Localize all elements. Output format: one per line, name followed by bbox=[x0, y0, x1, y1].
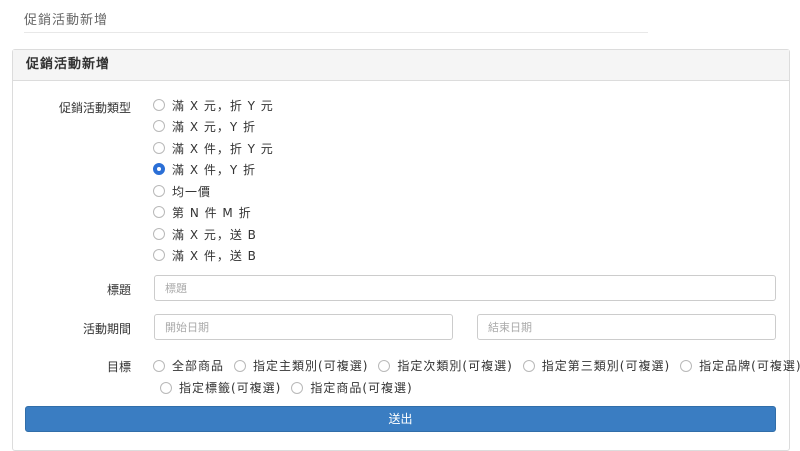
target-option[interactable]: 指定主類別(可複選) bbox=[234, 357, 368, 374]
target-options-row-1: 全部商品 指定主類別(可複選) 指定次類別(可複選) 指定第三類別(可複選) 指… bbox=[153, 357, 800, 374]
target-option[interactable]: 指定第三類別(可複選) bbox=[522, 357, 671, 374]
target-option[interactable]: 全部商品 bbox=[153, 357, 224, 374]
submit-button[interactable]: 送出 bbox=[25, 406, 776, 432]
radio-icon[interactable] bbox=[153, 120, 165, 132]
period-label: 活動期間 bbox=[82, 322, 131, 336]
type-option-label: 滿 X 件，Y 折 bbox=[172, 162, 256, 177]
target-option[interactable]: 指定商品(可複選) bbox=[291, 379, 412, 396]
target-option-label: 指定第三類別(可複選) bbox=[541, 359, 671, 373]
start-date-input[interactable] bbox=[154, 314, 453, 340]
type-option[interactable]: 滿 X 元，送 B bbox=[153, 226, 257, 242]
page-title: 促銷活動新增 bbox=[24, 13, 109, 28]
type-option[interactable]: 滿 X 元，折 Y 元 bbox=[153, 97, 274, 113]
target-option-label: 指定標籤(可複選) bbox=[179, 381, 282, 395]
radio-icon[interactable] bbox=[680, 359, 693, 372]
type-option-label: 第 N 件 M 折 bbox=[172, 205, 252, 220]
target-option[interactable]: 指定標籤(可複選) bbox=[160, 379, 281, 396]
target-option-label: 指定主類別(可複選) bbox=[253, 359, 369, 373]
radio-checked-icon[interactable] bbox=[153, 163, 165, 175]
radio-icon[interactable] bbox=[153, 228, 165, 240]
type-option-label: 滿 X 元，折 Y 元 bbox=[172, 98, 274, 113]
type-option[interactable]: 均一價 bbox=[153, 183, 211, 199]
radio-icon[interactable] bbox=[522, 359, 535, 372]
radio-icon[interactable] bbox=[153, 142, 165, 154]
target-option[interactable]: 指定品牌(可複選) bbox=[680, 357, 800, 374]
target-option[interactable]: 指定次類別(可複選) bbox=[378, 357, 512, 374]
radio-icon[interactable] bbox=[153, 99, 165, 111]
radio-icon[interactable] bbox=[153, 185, 165, 197]
target-label: 目標 bbox=[106, 360, 131, 374]
radio-icon[interactable] bbox=[378, 359, 391, 372]
promotion-type-label: 促銷活動類型 bbox=[58, 101, 131, 115]
type-option[interactable]: 滿 X 元，Y 折 bbox=[153, 118, 256, 134]
type-option-label: 滿 X 元，Y 折 bbox=[172, 119, 256, 134]
type-option-label: 滿 X 件，送 B bbox=[172, 248, 257, 263]
type-option-label: 均一價 bbox=[172, 184, 212, 199]
title-input[interactable] bbox=[154, 275, 776, 301]
target-option-label: 指定品牌(可複選) bbox=[699, 359, 800, 373]
target-options-row-2: 指定標籤(可複選) 指定商品(可複選) bbox=[160, 379, 423, 396]
type-option-label: 滿 X 元，送 B bbox=[172, 227, 257, 242]
promotion-panel: 促銷活動新增 促銷活動類型 滿 X 元，折 Y 元 滿 X 元，Y 折 滿 X … bbox=[12, 49, 800, 451]
type-option-label: 滿 X 件，折 Y 元 bbox=[172, 141, 274, 156]
radio-icon[interactable] bbox=[234, 359, 247, 372]
type-option[interactable]: 滿 X 件，Y 折 bbox=[153, 161, 256, 177]
target-option-label: 指定商品(可複選) bbox=[310, 381, 413, 395]
radio-icon[interactable] bbox=[153, 249, 165, 261]
radio-icon[interactable] bbox=[153, 206, 165, 218]
type-option[interactable]: 滿 X 件，送 B bbox=[153, 247, 257, 263]
type-option[interactable]: 滿 X 件，折 Y 元 bbox=[153, 140, 274, 156]
panel-header: 促銷活動新增 bbox=[13, 50, 789, 81]
type-option[interactable]: 第 N 件 M 折 bbox=[153, 204, 252, 220]
target-option-label: 指定次類別(可複選) bbox=[397, 359, 513, 373]
target-option-label: 全部商品 bbox=[172, 359, 225, 373]
radio-icon[interactable] bbox=[160, 381, 172, 394]
radio-icon[interactable] bbox=[153, 359, 165, 372]
end-date-input[interactable] bbox=[477, 314, 776, 340]
title-label: 標題 bbox=[106, 283, 131, 297]
title-divider bbox=[24, 32, 648, 33]
radio-icon[interactable] bbox=[291, 381, 304, 394]
